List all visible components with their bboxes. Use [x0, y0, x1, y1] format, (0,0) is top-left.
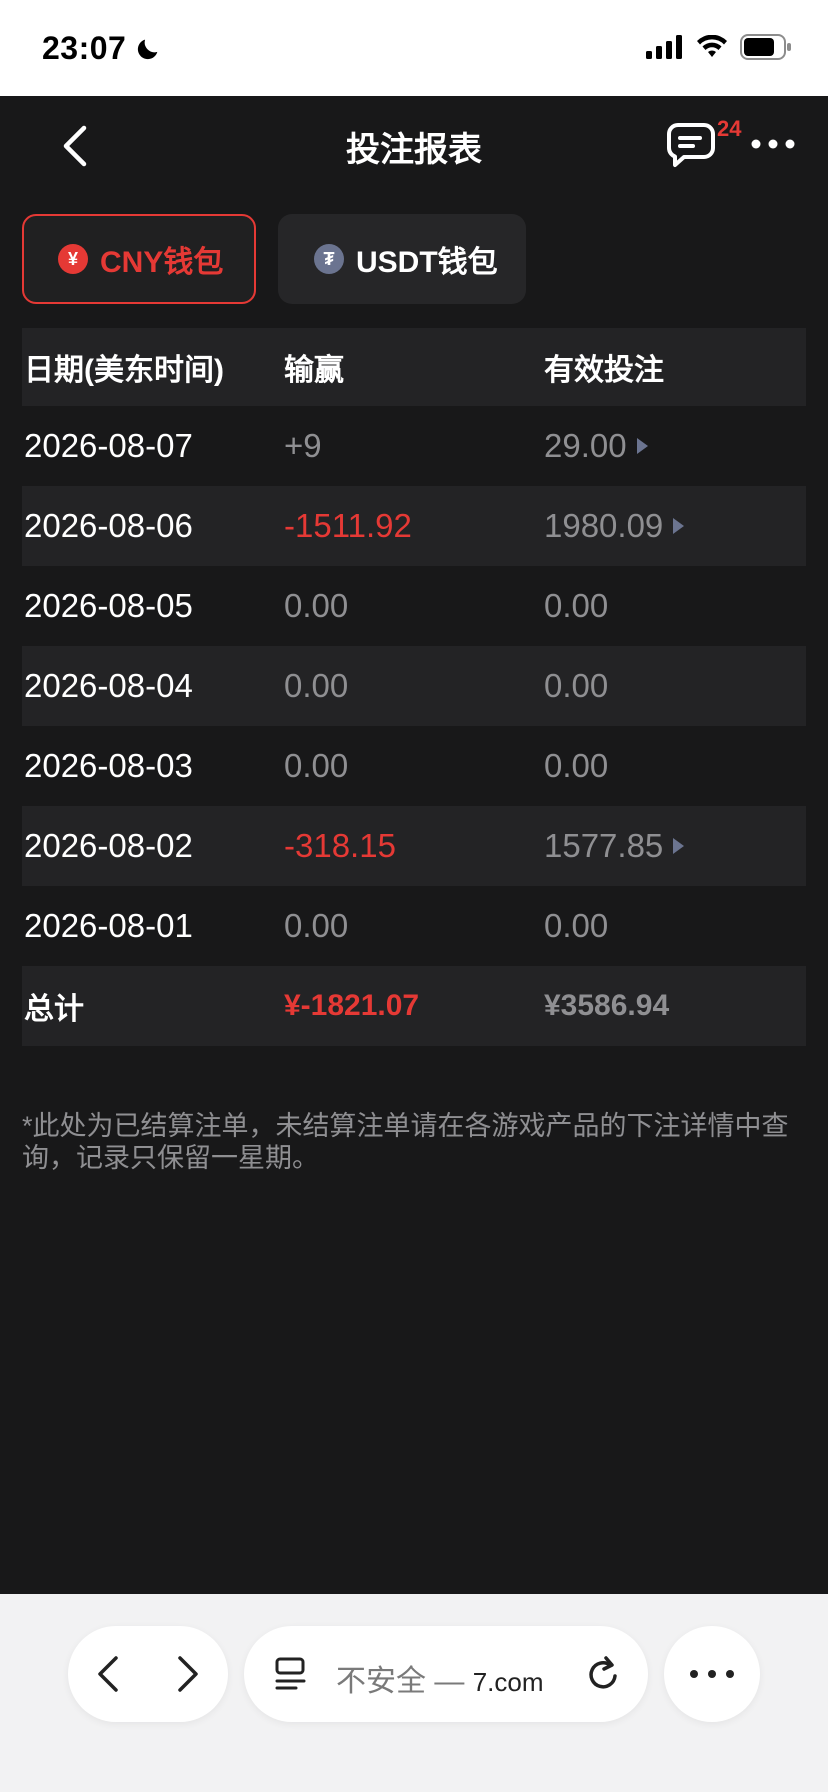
- row-valid-bet: 0.00: [544, 587, 609, 624]
- row-win-loss: +9: [284, 427, 322, 464]
- total-win-loss: ¥-1821.07: [284, 989, 420, 1022]
- status-time: 23:07: [42, 30, 162, 67]
- message-icon[interactable]: [666, 122, 716, 168]
- table-row: 2026-08-03 0.00 0.00: [22, 726, 806, 806]
- reload-icon[interactable]: [584, 1654, 622, 1694]
- total-label: 总计: [24, 993, 84, 1026]
- row-win-loss: 0.00: [284, 907, 349, 944]
- row-win-loss: 0.00: [284, 587, 349, 624]
- browser-forward-icon[interactable]: [172, 1654, 202, 1694]
- cny-coin-icon: ¥: [58, 244, 88, 274]
- table-header: 日期(美东时间) 输赢 有效投注: [22, 328, 806, 406]
- security-label: 不安全 —: [336, 1665, 465, 1698]
- header-date: 日期(美东时间): [24, 354, 224, 387]
- browser-more-button[interactable]: [664, 1626, 760, 1722]
- row-valid-bet: 1980.09: [544, 507, 664, 544]
- tab-label: USDT钱包: [356, 246, 498, 279]
- row-valid-bet: 0.00: [544, 907, 609, 944]
- url-domain: 7.com: [472, 1667, 544, 1697]
- signal-icon: [646, 35, 682, 59]
- caret-right-icon: [673, 518, 685, 534]
- header-valid-bet: 有效投注: [544, 354, 664, 387]
- table-total-row: 总计 ¥-1821.07 ¥3586.94: [22, 966, 806, 1046]
- row-date: 2026-08-06: [24, 507, 193, 544]
- row-date: 2026-08-01: [24, 907, 193, 944]
- tab-cny-wallet[interactable]: ¥ CNY钱包: [22, 214, 256, 304]
- status-icons: [646, 34, 792, 60]
- table-row: 2026-08-02 -318.15 1577.85: [22, 806, 806, 886]
- row-valid-bet: 1577.85: [544, 827, 664, 864]
- time-label: 23:07: [42, 30, 127, 66]
- row-valid-bet: 0.00: [544, 667, 609, 704]
- table-row: 2026-08-07 +9 29.00: [22, 406, 806, 486]
- reader-icon[interactable]: [274, 1656, 308, 1692]
- nav-bar: 投注报表 24: [0, 96, 828, 196]
- wifi-icon: [697, 35, 727, 57]
- moon-icon: [138, 39, 158, 59]
- message-badge: 24: [717, 116, 742, 141]
- status-bar: 23:07: [0, 0, 828, 96]
- total-valid-bet: ¥3586.94: [544, 989, 670, 1022]
- table-row: 2026-08-05 0.00 0.00: [22, 566, 806, 646]
- caret-right-icon: [673, 838, 685, 854]
- table-row: 2026-08-01 0.00 0.00: [22, 886, 806, 966]
- bet-report-screen: 投注报表 24 ¥ CNY钱包 ₮ USDT钱包 日期(美东时间) 输赢 有效投…: [0, 96, 828, 1594]
- row-date: 2026-08-03: [24, 747, 193, 784]
- row-valid-bet-link[interactable]: 1577.85: [544, 827, 685, 865]
- table-row: 2026-08-04 0.00 0.00: [22, 646, 806, 726]
- caret-right-icon: [636, 438, 648, 454]
- row-valid-bet: 0.00: [544, 747, 609, 784]
- row-win-loss: 0.00: [284, 667, 349, 704]
- more-icon: [690, 1670, 734, 1678]
- battery-icon: [740, 34, 791, 60]
- address-bar[interactable]: 不安全 — 7.com: [244, 1626, 648, 1722]
- bet-report-table: 日期(美东时间) 输赢 有效投注 2026-08-07 +9 29.00 202…: [22, 328, 806, 1046]
- row-date: 2026-08-02: [24, 827, 193, 864]
- table-row: 2026-08-06 -1511.92 1980.09: [22, 486, 806, 566]
- row-win-loss: 0.00: [284, 747, 349, 784]
- header-win-loss: 输赢: [284, 354, 344, 387]
- tab-label: CNY钱包: [100, 246, 224, 279]
- row-win-loss: -1511.92: [284, 507, 412, 544]
- settlement-note: *此处为已结算注单，未结算注单请在各游戏产品的下注详情中查询，记录只保留一星期。: [22, 1111, 789, 1173]
- more-icon[interactable]: [750, 136, 796, 152]
- row-valid-bet: 29.00: [544, 427, 627, 464]
- row-date: 2026-08-07: [24, 427, 193, 464]
- row-date: 2026-08-04: [24, 667, 193, 704]
- browser-back-icon[interactable]: [94, 1654, 124, 1694]
- tab-usdt-wallet[interactable]: ₮ USDT钱包: [278, 214, 526, 304]
- row-valid-bet-link[interactable]: 1980.09: [544, 507, 685, 545]
- usdt-coin-icon: ₮: [314, 244, 344, 274]
- row-win-loss: -318.15: [284, 827, 396, 864]
- row-valid-bet-link[interactable]: 29.00: [544, 427, 648, 465]
- url-text: 不安全 — 7.com: [336, 1656, 544, 1700]
- wallet-tabs: ¥ CNY钱包 ₮ USDT钱包: [22, 214, 526, 304]
- browser-nav-group: [68, 1626, 228, 1722]
- browser-toolbar: 不安全 — 7.com: [0, 1594, 828, 1792]
- row-date: 2026-08-05: [24, 587, 193, 624]
